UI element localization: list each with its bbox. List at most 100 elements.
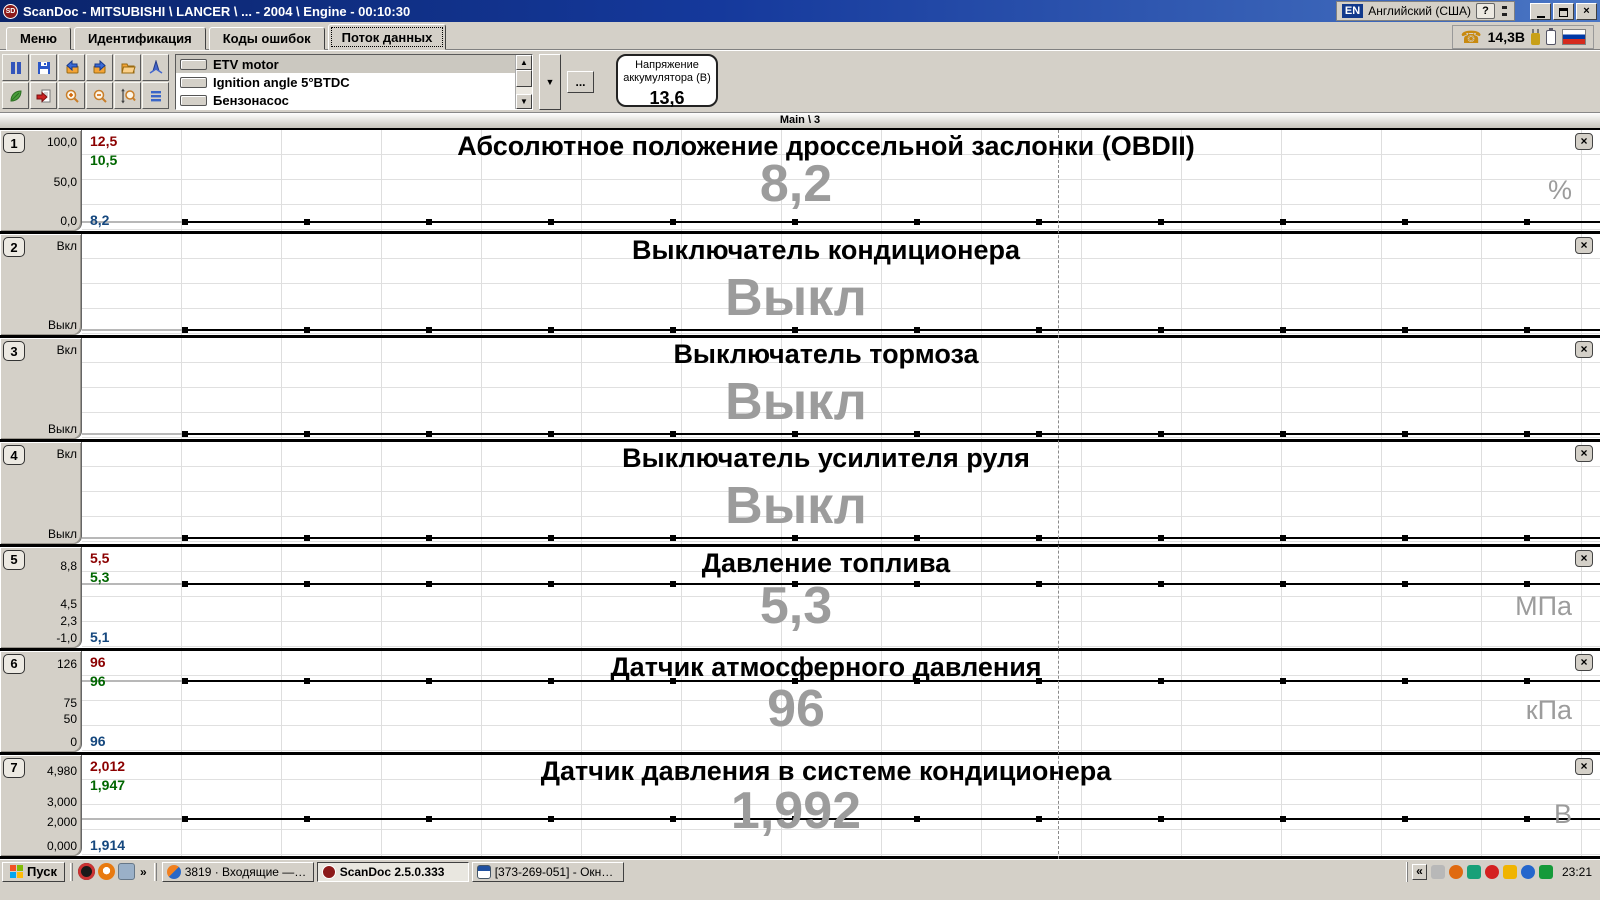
- channel-number-button[interactable]: 4: [3, 445, 25, 466]
- taskbar-task-button[interactable]: ScanDoc 2.5.0.333: [316, 861, 469, 882]
- list-button[interactable]: [142, 82, 169, 109]
- scrollbar-thumb[interactable]: [516, 70, 532, 87]
- channel-plot[interactable]: 12,5 10,5 8,2 Абсолютное положение дросс…: [82, 130, 1600, 232]
- axis-tick-label: Вкл: [56, 239, 77, 254]
- tab-error-codes[interactable]: Коды ошибок: [208, 27, 325, 50]
- channel-close-button[interactable]: ×: [1575, 653, 1593, 671]
- channel-sidebar: 6 126 75 50 0: [0, 650, 82, 752]
- language-bar: EN Английский (США) ?: [1335, 1, 1515, 21]
- channel-close-button[interactable]: ×: [1575, 133, 1593, 150]
- export-doc-button[interactable]: [30, 82, 57, 109]
- axis-tick-label: 100,0: [46, 135, 77, 150]
- russian-flag-icon[interactable]: [1562, 29, 1586, 45]
- tray-icon-3[interactable]: [1466, 864, 1481, 879]
- minimize-button[interactable]: [1530, 2, 1551, 20]
- channel-number-button[interactable]: 5: [3, 549, 25, 570]
- axis-tick-label: 0: [70, 734, 77, 749]
- pause-button[interactable]: [2, 54, 29, 81]
- scandoc-icon: [321, 864, 336, 879]
- battery-voltage-label-line1: Напряжение: [635, 59, 699, 71]
- eco-leaf-icon: [8, 88, 24, 104]
- taskbar-handle[interactable]: [70, 862, 73, 881]
- restore-button[interactable]: [1553, 2, 1574, 20]
- navigate-button[interactable]: [142, 54, 169, 81]
- taskbar-task-button[interactable]: 3819 · Входящие — Ян...: [161, 861, 314, 882]
- quicklaunch-icon-2[interactable]: [98, 863, 115, 880]
- axis-tick-label: Вкл: [56, 447, 77, 462]
- channel-row: 4 Вкл Выкл Выключатель усилителя руля Вык…: [0, 442, 1600, 547]
- battery-voltage-value: 13,6: [649, 88, 685, 109]
- tray-icon-6[interactable]: [1520, 864, 1535, 879]
- parameter-list-item[interactable]: Бензонасос: [176, 91, 515, 109]
- open-folder-button[interactable]: [114, 54, 141, 81]
- load-right-button[interactable]: [86, 54, 113, 81]
- navigate-icon: [148, 59, 164, 76]
- channel-plot[interactable]: 5,5 5,3 5,1 Давление топлива 5,3 МПа ×: [82, 546, 1600, 648]
- parameter-list-item[interactable]: ETV motor: [176, 55, 515, 73]
- quicklaunch-overflow-button[interactable]: »: [138, 865, 149, 879]
- channel-number-button[interactable]: 1: [3, 133, 25, 153]
- channel-plot[interactable]: 2,012 1,947 1,914 Датчик давления в сист…: [82, 754, 1600, 856]
- scroll-down-button[interactable]: ▼: [516, 94, 532, 109]
- channel-max-value: 5,5: [90, 549, 110, 566]
- channel-number-button[interactable]: 3: [3, 341, 25, 362]
- channel-plot[interactable]: Выключатель усилителя руля Выкл ×: [82, 442, 1600, 544]
- tray-icon-7[interactable]: [1538, 864, 1553, 879]
- axis-tick-label: 2,000: [46, 814, 77, 829]
- channel-close-button[interactable]: ×: [1575, 757, 1593, 775]
- channel-number-button[interactable]: 7: [3, 757, 25, 778]
- language-options-icon[interactable]: [1500, 4, 1509, 18]
- channel-close-button[interactable]: ×: [1575, 445, 1593, 463]
- taskbar: Пуск » 3819 · Входящие — Ян... ScanDoc 2.…: [0, 859, 1600, 883]
- close-button[interactable]: ×: [1576, 2, 1597, 20]
- channel-number-button[interactable]: 2: [3, 237, 25, 258]
- start-button[interactable]: Пуск: [2, 861, 65, 882]
- axis-tick-label: 50,0: [53, 174, 77, 189]
- channel-sidebar: 1 100,0 50,0 0,0: [0, 130, 82, 232]
- load-left-button[interactable]: [58, 54, 85, 81]
- channel-close-button[interactable]: ×: [1575, 549, 1593, 567]
- window-controls: ×: [1530, 2, 1597, 20]
- channel-plot[interactable]: Выключатель тормоза Выкл ×: [82, 338, 1600, 440]
- signal-line-lead: [82, 433, 182, 436]
- channel-number-button[interactable]: 6: [3, 653, 25, 674]
- more-button[interactable]: ...: [567, 71, 594, 93]
- signal-line-markers: [182, 219, 1600, 226]
- zoom-fit-button[interactable]: [114, 82, 141, 109]
- tray-icon-2[interactable]: [1448, 864, 1463, 879]
- channel-max-value: 96: [90, 653, 106, 670]
- tabs: Меню Идентификация Коды ошибок Поток дан…: [0, 22, 1600, 50]
- tab-data-stream[interactable]: Поток данных: [327, 24, 447, 50]
- save-icon: [36, 60, 52, 76]
- axis-tick-label: 2,3: [60, 614, 77, 629]
- taskbar-handle[interactable]: [153, 862, 157, 881]
- eco-leaf-button[interactable]: [2, 82, 29, 109]
- quicklaunch-icon-1[interactable]: [78, 863, 95, 880]
- channel-row: 2 Вкл Выкл Выключатель кондиционера Выкл …: [0, 234, 1600, 339]
- save-button[interactable]: [30, 54, 57, 81]
- scroll-up-button[interactable]: ▲: [516, 55, 532, 70]
- parameter-list-scrollbar[interactable]: ▲ ▼: [515, 55, 532, 109]
- tray-icon-5[interactable]: [1502, 864, 1517, 879]
- tray-collapse-button[interactable]: «: [1411, 863, 1427, 880]
- tab-menu[interactable]: Меню: [6, 27, 72, 50]
- quicklaunch-icon-3[interactable]: [118, 863, 135, 880]
- tray-icon-4[interactable]: [1484, 864, 1499, 879]
- zoom-out-icon: [92, 88, 108, 104]
- zoom-in-button[interactable]: [58, 82, 85, 109]
- language-badge[interactable]: EN: [1341, 4, 1364, 18]
- tab-identification[interactable]: Идентификация: [74, 27, 206, 50]
- channel-close-button[interactable]: ×: [1575, 341, 1593, 359]
- taskbar-task-button[interactable]: [373-269-051] - Окно со...: [471, 861, 624, 882]
- parameter-dropdown-button[interactable]: ▼: [539, 54, 561, 110]
- axis-tick-label: 126: [56, 656, 77, 671]
- channel-plot[interactable]: Выключатель кондиционера Выкл ×: [82, 234, 1600, 336]
- tray-icon-1[interactable]: [1430, 864, 1445, 879]
- channel-plot[interactable]: 96 96 96 Датчик атмосферного давления 96…: [82, 650, 1600, 752]
- start-button-label: Пуск: [27, 864, 57, 879]
- zoom-out-button[interactable]: [86, 82, 113, 109]
- help-button[interactable]: ?: [1476, 3, 1495, 19]
- parameter-list-item[interactable]: Ignition angle 5°BTDC: [176, 73, 515, 91]
- channel-close-button[interactable]: ×: [1575, 237, 1593, 255]
- axis-tick-label: Выкл: [47, 422, 77, 437]
